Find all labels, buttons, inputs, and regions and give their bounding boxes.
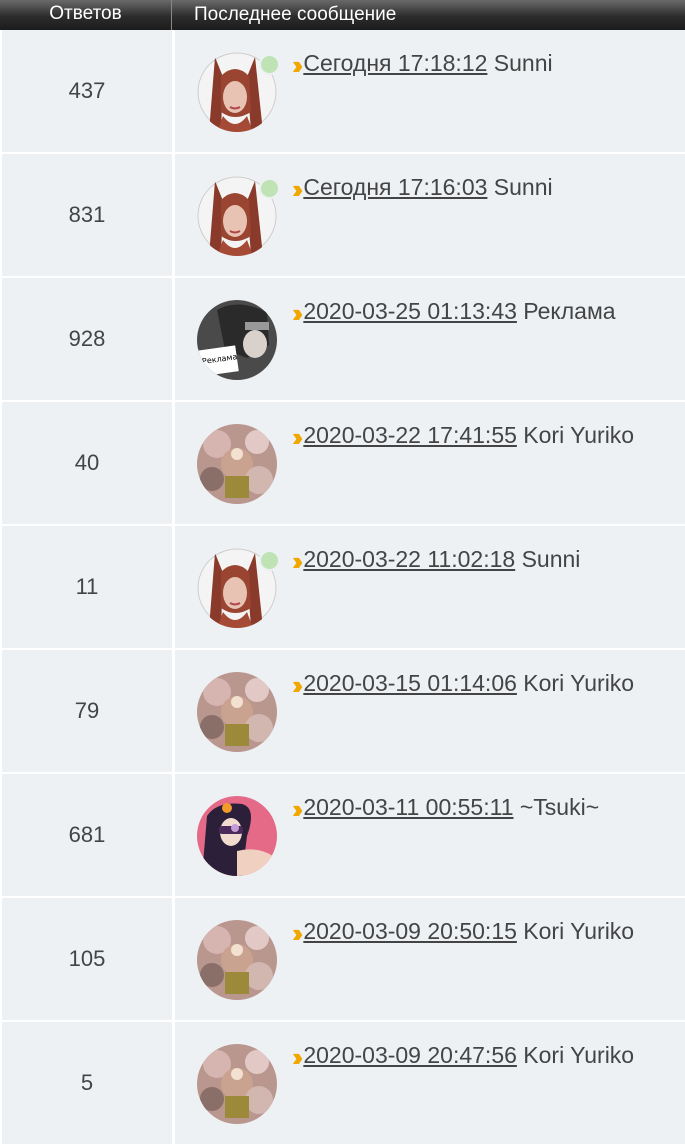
last-post-author: Kori Yuriko [523,422,635,448]
last-post-date-link[interactable]: 2020-03-09 20:47:56 [303,1042,517,1068]
last-post-cell: ›› Сегодня 17:16:03 Sunni [175,154,685,276]
last-post-cell: ›› 2020-03-22 17:41:55 Kori Yuriko [175,402,685,524]
go-to-post-arrow-icon[interactable]: ›› [292,794,304,825]
last-post-author: Реклама [523,298,616,324]
go-to-post-arrow-icon[interactable]: ›› [292,1042,304,1073]
table-row: 11 ›› 2020-03-22 11:02:18 Sunni [0,526,685,648]
last-post-cell: ›› 2020-03-09 20:50:15 Kori Yuriko [175,898,685,1020]
table-row: 40 ›› 2020-03-22 17:41:55 Kori Yuriko [0,402,685,524]
table-row: 831 ›› Сегодня 17:16:03 Sunni [0,154,685,276]
replies-count: 681 [2,774,172,896]
go-to-post-arrow-icon[interactable]: ›› [292,546,304,577]
last-post-date-link[interactable]: Сегодня 17:18:12 [303,50,487,76]
replies-count: 105 [2,898,172,1020]
table-row: 79 ›› 2020-03-15 01:14:06 Kori Yuriko [0,650,685,772]
avatar[interactable] [197,1044,277,1124]
replies-count: 11 [2,526,172,648]
last-post-cell: ›› 2020-03-22 11:02:18 Sunni [175,526,685,648]
last-post-info: ›› 2020-03-22 17:41:55 Kori Yuriko [292,422,634,453]
table-row: 681 ›› 2020-03-11 00:55:11 ~Tsuki~ [0,774,685,896]
avatar[interactable] [197,796,277,876]
online-indicator-icon [259,550,280,571]
last-post-author: Kori Yuriko [523,670,635,696]
go-to-post-arrow-icon[interactable]: ›› [292,298,304,329]
go-to-post-arrow-icon[interactable]: ›› [292,422,304,453]
replies-count: 40 [2,402,172,524]
go-to-post-arrow-icon[interactable]: ›› [292,670,304,701]
go-to-post-arrow-icon[interactable]: ›› [292,50,304,81]
replies-count: 437 [2,30,172,152]
header-last-post: Последнее сообщение [194,4,397,25]
last-post-info: ›› 2020-03-22 11:02:18 Sunni [292,546,580,577]
last-post-author: Sunni [521,546,581,572]
last-post-info: ›› 2020-03-25 01:13:43 Реклама [292,298,616,329]
last-post-date-link[interactable]: 2020-03-09 20:50:15 [303,918,517,944]
replies-count: 5 [2,1022,172,1144]
last-post-date-link[interactable]: 2020-03-22 17:41:55 [303,422,517,448]
replies-count: 831 [2,154,172,276]
avatar[interactable] [197,424,277,504]
last-post-date-link[interactable]: 2020-03-22 11:02:18 [303,546,515,572]
last-post-author: ~Tsuki~ [519,794,600,820]
table-row: 928 Реклама ›› 2020-03-25 01:13:43 Реклам… [0,278,685,400]
table-header: Ответов Последнее сообщение [0,0,685,30]
last-post-info: ›› 2020-03-09 20:47:56 Kori Yuriko [292,1042,634,1073]
table-row: 437 ›› Сегодня 17:18:12 Sunni [0,30,685,152]
last-post-info: ›› 2020-03-15 01:14:06 Kori Yuriko [292,670,634,701]
go-to-post-arrow-icon[interactable]: ›› [292,918,304,949]
avatar[interactable] [197,672,277,752]
last-post-date-link[interactable]: Сегодня 17:16:03 [303,174,487,200]
last-post-date-link[interactable]: 2020-03-15 01:14:06 [303,670,517,696]
online-indicator-icon [259,178,280,199]
topics-table: Ответов Последнее сообщение 437 ›› Сегодн… [0,0,685,1144]
replies-count: 79 [2,650,172,772]
avatar[interactable]: Реклама [197,300,277,380]
last-post-cell: ›› 2020-03-15 01:14:06 Kori Yuriko [175,650,685,772]
last-post-author: Sunni [493,174,553,200]
last-post-cell: ›› 2020-03-09 20:47:56 Kori Yuriko [175,1022,685,1144]
last-post-info: ›› 2020-03-09 20:50:15 Kori Yuriko [292,918,634,949]
last-post-date-link[interactable]: 2020-03-11 00:55:11 [303,794,513,820]
last-post-info: ›› Сегодня 17:18:12 Sunni [292,50,553,81]
last-post-cell: ›› Сегодня 17:18:12 Sunni [175,30,685,152]
last-post-info: ›› Сегодня 17:16:03 Sunni [292,174,553,205]
table-row: 105 ›› 2020-03-09 20:50:15 Kori Yuriko [0,898,685,1020]
online-indicator-icon [259,54,280,75]
last-post-author: Kori Yuriko [523,918,635,944]
table-body: 437 ›› Сегодня 17:18:12 Sunni 831 ›› Сегод… [0,30,685,1144]
avatar[interactable] [197,920,277,1000]
last-post-info: ›› 2020-03-11 00:55:11 ~Tsuki~ [292,794,599,825]
last-post-date-link[interactable]: 2020-03-25 01:13:43 [303,298,517,324]
replies-count: 928 [2,278,172,400]
last-post-author: Kori Yuriko [523,1042,635,1068]
last-post-cell: Реклама ›› 2020-03-25 01:13:43 Реклама [175,278,685,400]
header-replies: Ответов [0,0,172,30]
table-row: 5 ›› 2020-03-09 20:47:56 Kori Yuriko [0,1022,685,1144]
go-to-post-arrow-icon[interactable]: ›› [292,174,304,205]
last-post-author: Sunni [493,50,553,76]
last-post-cell: ›› 2020-03-11 00:55:11 ~Tsuki~ [175,774,685,896]
